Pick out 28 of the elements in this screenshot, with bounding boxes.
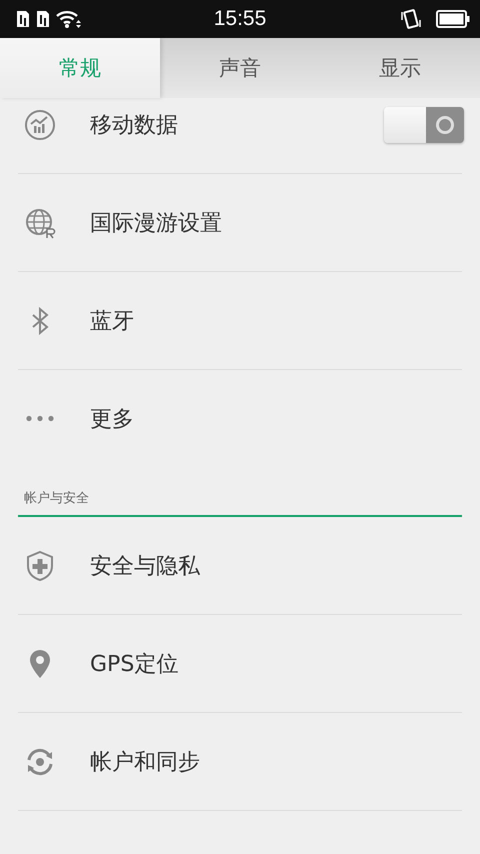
item-label: 移动数据 [90,112,179,140]
item-label: 更多 [90,406,135,434]
settings-item[interactable]: 更多 [18,370,462,467]
item-label: 帐户和同步 [90,748,201,776]
battery-icon [436,10,470,28]
item-label: 国际漫游设置 [90,210,223,238]
settings-item[interactable]: 蓝牙 [18,272,462,369]
section-header: 帐户与安全 [24,490,89,507]
chart-icon [24,108,56,140]
tab[interactable]: 声音 [160,38,320,98]
globe-icon [24,206,56,238]
item-label: GPS定位 [90,650,180,678]
more-icon [24,415,56,422]
settings-item[interactable]: 帐户和同步 [18,713,462,810]
item-label: 安全与隐私 [90,552,201,580]
toggle-switch[interactable] [384,106,464,142]
settings-item[interactable]: 国际漫游设置 [18,174,462,271]
settings-item[interactable]: GPS定位 [18,615,462,712]
clock: 15:55 [212,7,268,31]
sim-card-icon [16,10,30,28]
vibrate-icon [400,9,424,29]
tab[interactable]: 显示 [320,38,480,98]
sim-card-icon [36,10,50,28]
shield-icon [24,550,56,582]
settings-item[interactable]: 安全与隐私 [18,517,462,614]
settings-item[interactable]: 移动数据 [18,98,462,173]
item-label: 蓝牙 [90,308,135,336]
wifi-icon [56,9,82,29]
